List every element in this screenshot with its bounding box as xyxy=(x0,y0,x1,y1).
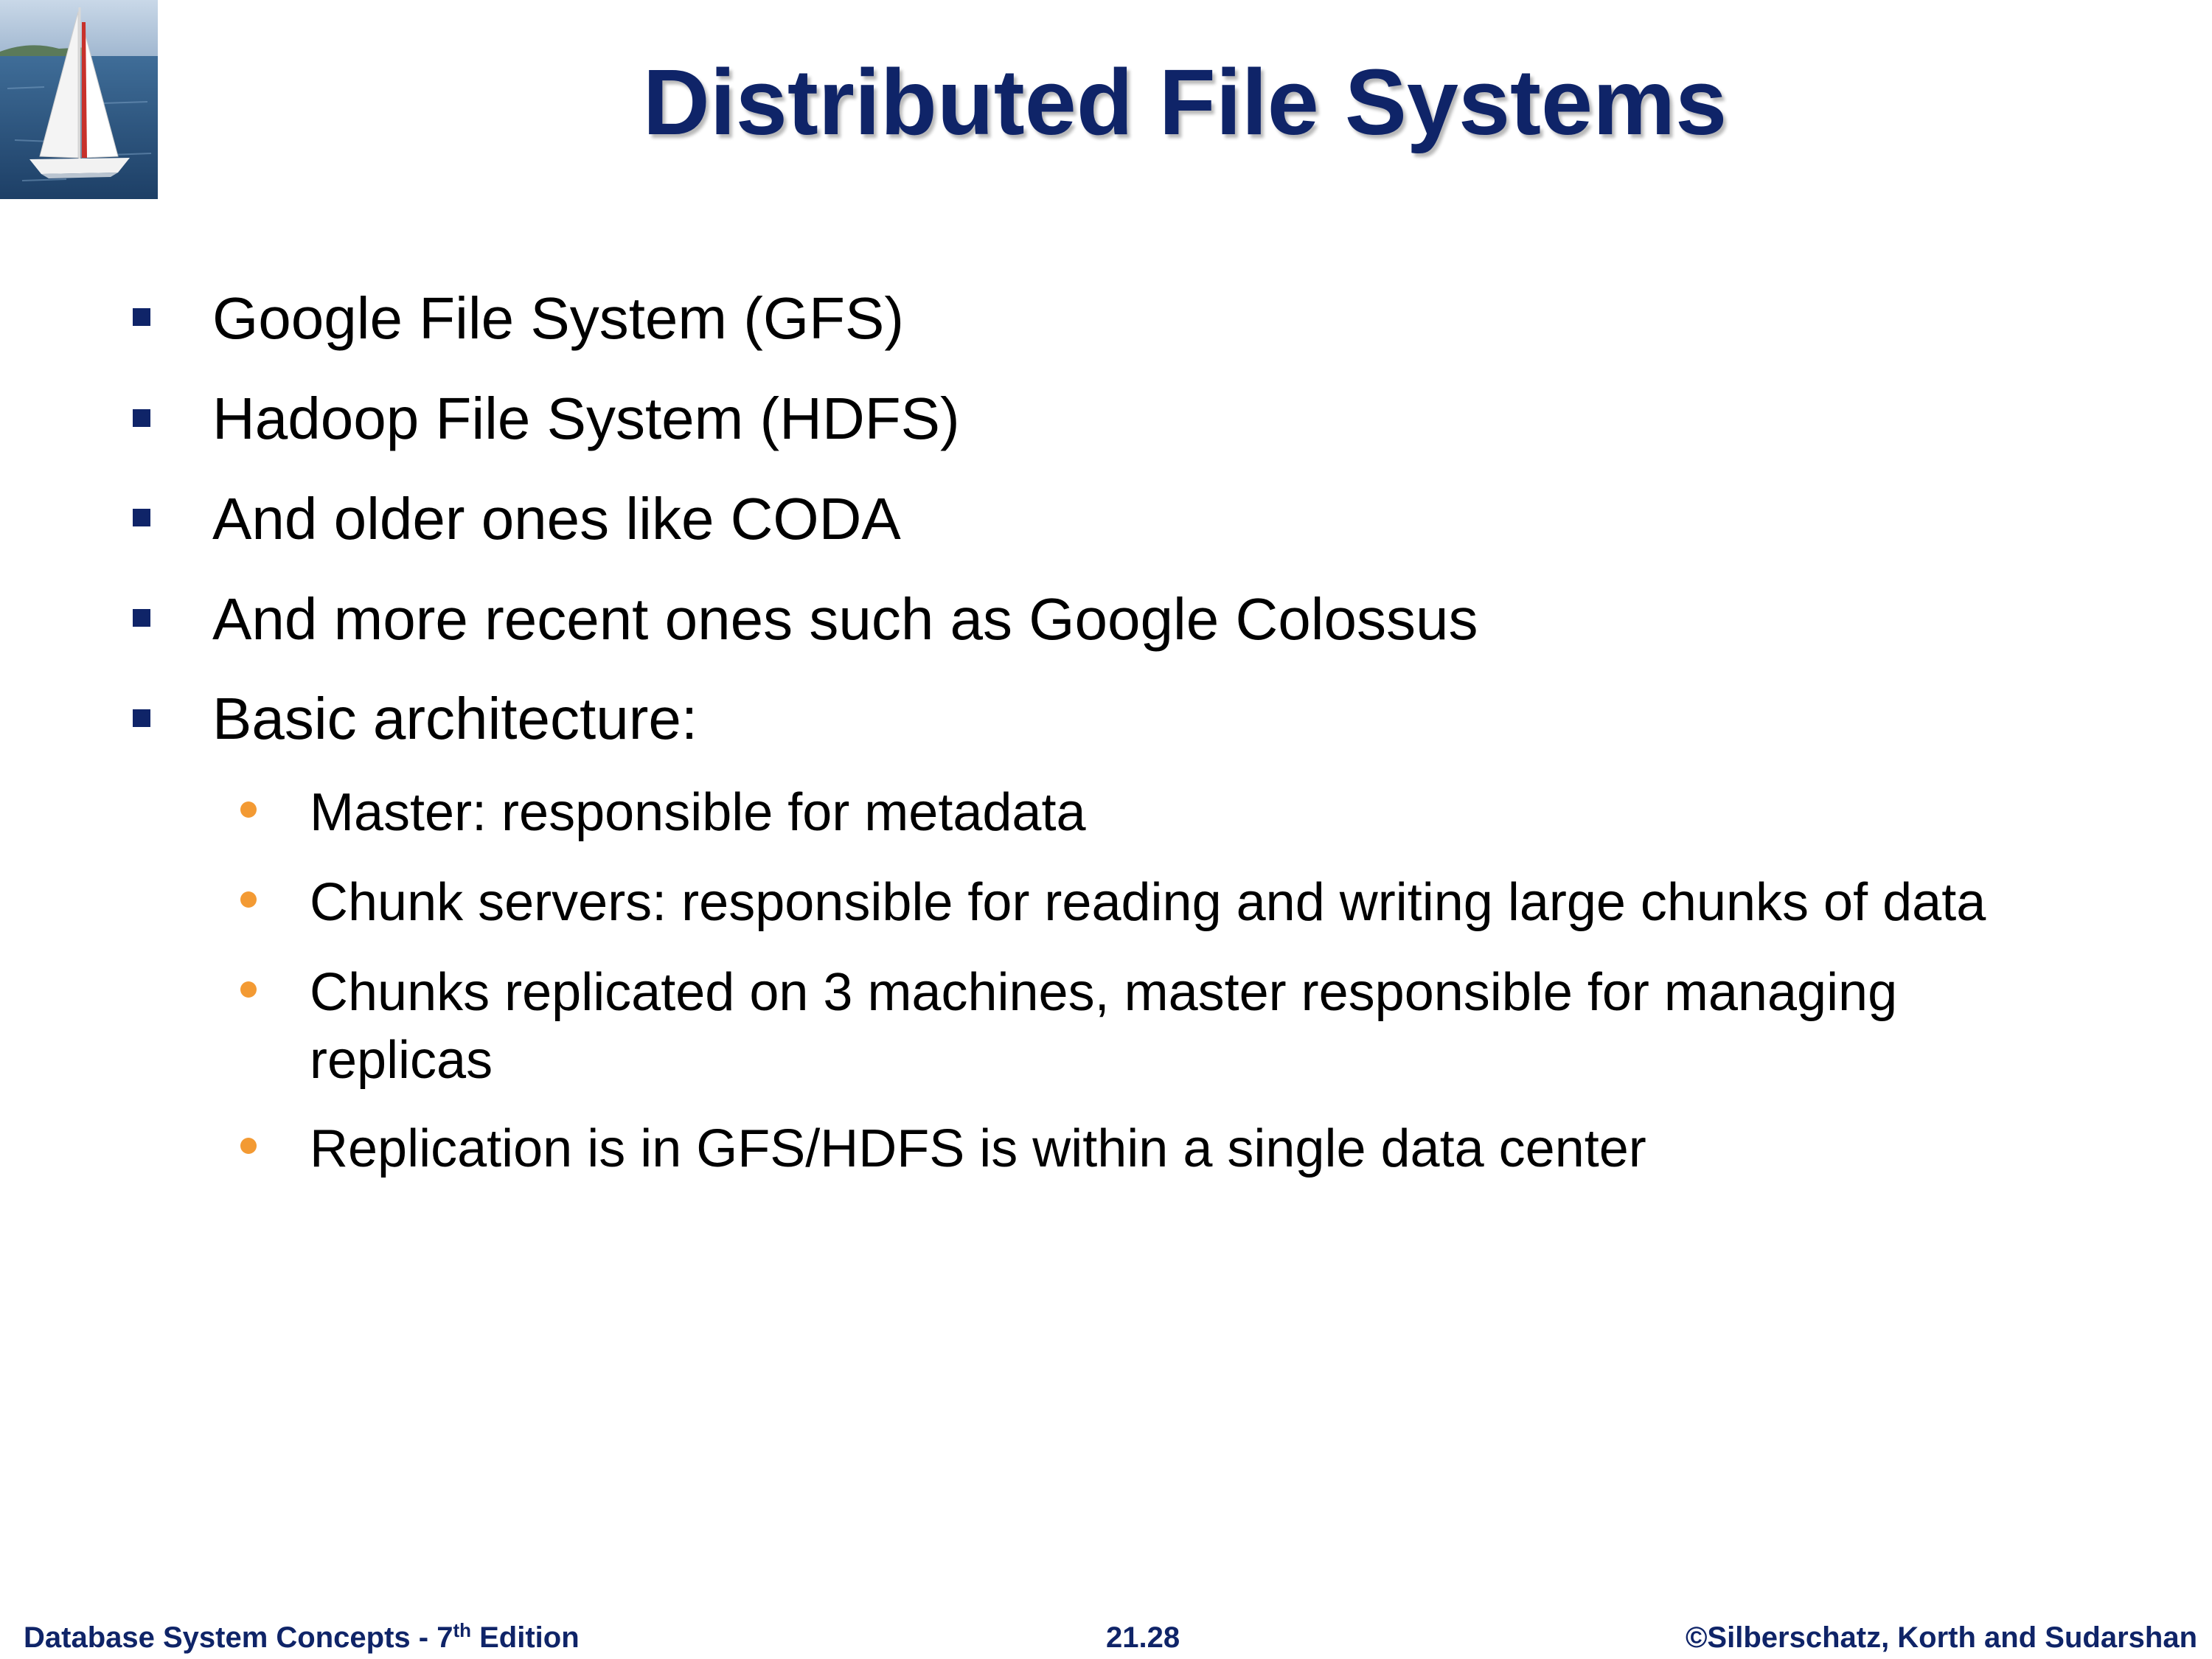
sub-bullet-item-continuation: replicas xyxy=(310,1031,493,1090)
sub-bullet-item: Master: responsible for metadata xyxy=(310,783,1086,842)
dot-bullet-icon xyxy=(240,981,257,998)
bullet-item: Google File System (GFS) xyxy=(212,285,905,351)
footer-course-title-prefix: Database System Concepts - 7 xyxy=(24,1621,453,1654)
sub-bullet-item: Replication is in GFS/HDFS is within a s… xyxy=(310,1119,1646,1178)
bullet-item: And older ones like CODA xyxy=(212,486,901,552)
bullet-item: Hadoop File System (HDFS) xyxy=(212,386,960,451)
footer-edition-superscript: th xyxy=(453,1619,471,1641)
square-bullet-icon xyxy=(133,308,150,326)
bullet-item: Basic architecture: xyxy=(212,686,698,751)
footer-course-title: Database System Concepts - 7th Edition xyxy=(24,1619,580,1656)
bullet-item: And more recent ones such as Google Colo… xyxy=(212,586,1478,652)
sub-bullet-item: Chunk servers: responsible for reading a… xyxy=(310,873,1986,932)
dot-bullet-icon xyxy=(240,1138,257,1154)
square-bullet-icon xyxy=(133,509,150,526)
sub-bullet-item: Chunks replicated on 3 machines, master … xyxy=(310,963,1898,1022)
slide-number: 21.28 xyxy=(1106,1621,1180,1654)
slide-title: Distributed File Systems xyxy=(642,50,1728,154)
footer-course-title-suffix: Edition xyxy=(471,1621,580,1654)
square-bullet-icon xyxy=(133,709,150,727)
dot-bullet-icon xyxy=(240,801,257,818)
square-bullet-icon xyxy=(133,609,150,627)
sailboat-logo-icon xyxy=(0,0,158,199)
square-bullet-icon xyxy=(133,409,150,427)
footer-copyright: ©Silberschatz, Korth and Sudarshan xyxy=(1685,1621,2197,1654)
dot-bullet-icon xyxy=(240,891,257,908)
